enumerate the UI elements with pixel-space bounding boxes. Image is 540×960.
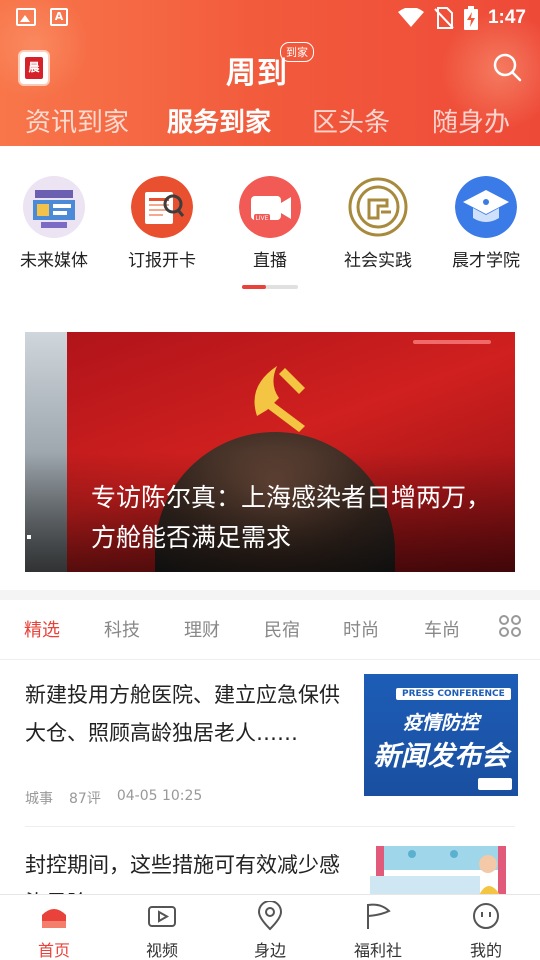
no-sim-icon (434, 7, 454, 29)
tab-finance[interactable]: 理财 (184, 616, 220, 642)
service-label: 社会实践 (344, 251, 412, 271)
page-indicator-active (242, 285, 266, 289)
banner-indicator (413, 340, 491, 344)
location-pin-icon (257, 900, 283, 931)
section-divider (0, 590, 540, 600)
service-live[interactable]: LIVE 直播 (220, 172, 320, 271)
newspaper-subscribe-icon (131, 176, 193, 238)
tab-services-home[interactable]: 服务到家 (167, 102, 271, 139)
bottom-navigation: 首页 视频 身边 福利社 我的 (0, 894, 540, 960)
nav-label: 视频 (145, 941, 178, 960)
brand-title: 周到 (226, 56, 288, 91)
brand-badge: 到家 (280, 42, 314, 62)
svg-text:LIVE: LIVE (255, 216, 268, 222)
category-tabs: 精选 科技 理财 民宿 时尚 车尚 (0, 600, 540, 660)
app-logo-text: 晨 (25, 57, 43, 79)
tab-news-home[interactable]: 资讯到家 (25, 102, 129, 139)
future-media-icon (23, 176, 85, 238)
tab-homestay[interactable]: 民宿 (264, 616, 300, 642)
service-future-media[interactable]: 未来媒体 (4, 172, 104, 271)
top-bar: 晨 周到 到家 (0, 40, 540, 92)
services-row: 未来媒体 订报开卡 LIVE 直播 社会实践 晨才学院 (0, 172, 540, 272)
text-app-icon: A (50, 8, 68, 26)
thumb-line2: 新闻发布会 (373, 741, 509, 772)
nav-nearby[interactable]: 身边 (230, 900, 310, 960)
tab-cars[interactable]: 车尚 (424, 616, 460, 642)
wifi-icon (397, 8, 424, 27)
banner-carousel[interactable]: 专访陈尔真：上海感染者日增两万，方舱能否满足需求 (25, 332, 515, 572)
home-icon (42, 909, 66, 928)
news-meta: 城事 87评 04-05 10:25 (25, 788, 202, 808)
more-categories-icon[interactable] (498, 614, 522, 638)
nav-profile[interactable]: 我的 (446, 901, 526, 960)
thumb-line1: 疫情防控 (402, 712, 479, 734)
header: A 1:47 晨 周到 到家 资讯到家 服务到家 区头条 随身办 (0, 0, 540, 146)
services-page-indicator (242, 285, 298, 289)
app-logo-button[interactable]: 晨 (20, 52, 48, 84)
service-label: 订报开卡 (128, 251, 196, 271)
nav-video[interactable]: 视频 (122, 901, 202, 960)
flag-icon (367, 903, 391, 929)
tab-mobile-services[interactable]: 随身办 (432, 102, 510, 139)
tab-featured[interactable]: 精选 (24, 616, 60, 642)
channel-tabs: 资讯到家 服务到家 区头条 随身办 (0, 96, 540, 144)
service-label: 晨才学院 (452, 251, 520, 271)
nav-welfare[interactable]: 福利社 (338, 901, 418, 960)
image-icon (16, 8, 36, 26)
list-divider (25, 826, 515, 827)
profile-smile-icon (473, 903, 499, 929)
news-source: 城事 (25, 791, 53, 807)
tab-tech[interactable]: 科技 (104, 616, 140, 642)
battery-charging-icon (463, 6, 478, 30)
thumb-illustration (370, 846, 506, 894)
news-thumbnail[interactable] (364, 846, 518, 894)
banner-dot (27, 535, 31, 539)
nav-label: 我的 (469, 941, 502, 960)
news-comments: 87评 (69, 791, 101, 807)
academy-icon (455, 176, 517, 238)
nav-label: 福利社 (353, 941, 402, 960)
service-label: 未来媒体 (20, 251, 88, 271)
nav-home[interactable]: 首页 (14, 901, 94, 960)
service-academy[interactable]: 晨才学院 (436, 172, 536, 271)
live-icon: LIVE (239, 176, 301, 238)
thumb-logo (478, 778, 512, 790)
status-bar: A 1:47 (0, 0, 540, 36)
news-item[interactable]: 新建投用方舱医院、建立应急保供大仓、照顾高龄独居老人…… 城事 87评 04-0… (0, 674, 540, 816)
search-icon[interactable] (492, 52, 522, 82)
service-social-practice[interactable]: 社会实践 (328, 172, 428, 271)
nav-label: 首页 (37, 941, 70, 960)
news-thumbnail[interactable]: PRESS CONFERENCE 疫情防控 新闻发布会 (364, 674, 518, 796)
news-item[interactable]: 封控期间，这些措施可有效减少感染风险 (0, 846, 540, 894)
news-title[interactable]: 新建投用方舱医院、建立应急保供大仓、照顾高龄独居老人…… (25, 676, 340, 752)
news-title[interactable]: 封控期间，这些措施可有效减少感染风险 (25, 846, 340, 894)
nav-label: 身边 (253, 941, 286, 960)
service-newspaper-subscribe[interactable]: 订报开卡 (112, 172, 212, 271)
tab-fashion[interactable]: 时尚 (343, 616, 379, 642)
service-label: 直播 (253, 251, 287, 271)
party-emblem-icon (254, 366, 305, 432)
banner-title[interactable]: 专访陈尔真：上海感染者日增两万，方舱能否满足需求 (91, 478, 511, 558)
tab-district-headlines[interactable]: 区头条 (312, 102, 390, 139)
thumb-tag: PRESS CONFERENCE (396, 688, 511, 700)
social-practice-icon (347, 176, 409, 238)
clock: 1:47 (487, 7, 526, 28)
news-time: 04-05 10:25 (116, 788, 203, 804)
video-icon (148, 906, 176, 927)
